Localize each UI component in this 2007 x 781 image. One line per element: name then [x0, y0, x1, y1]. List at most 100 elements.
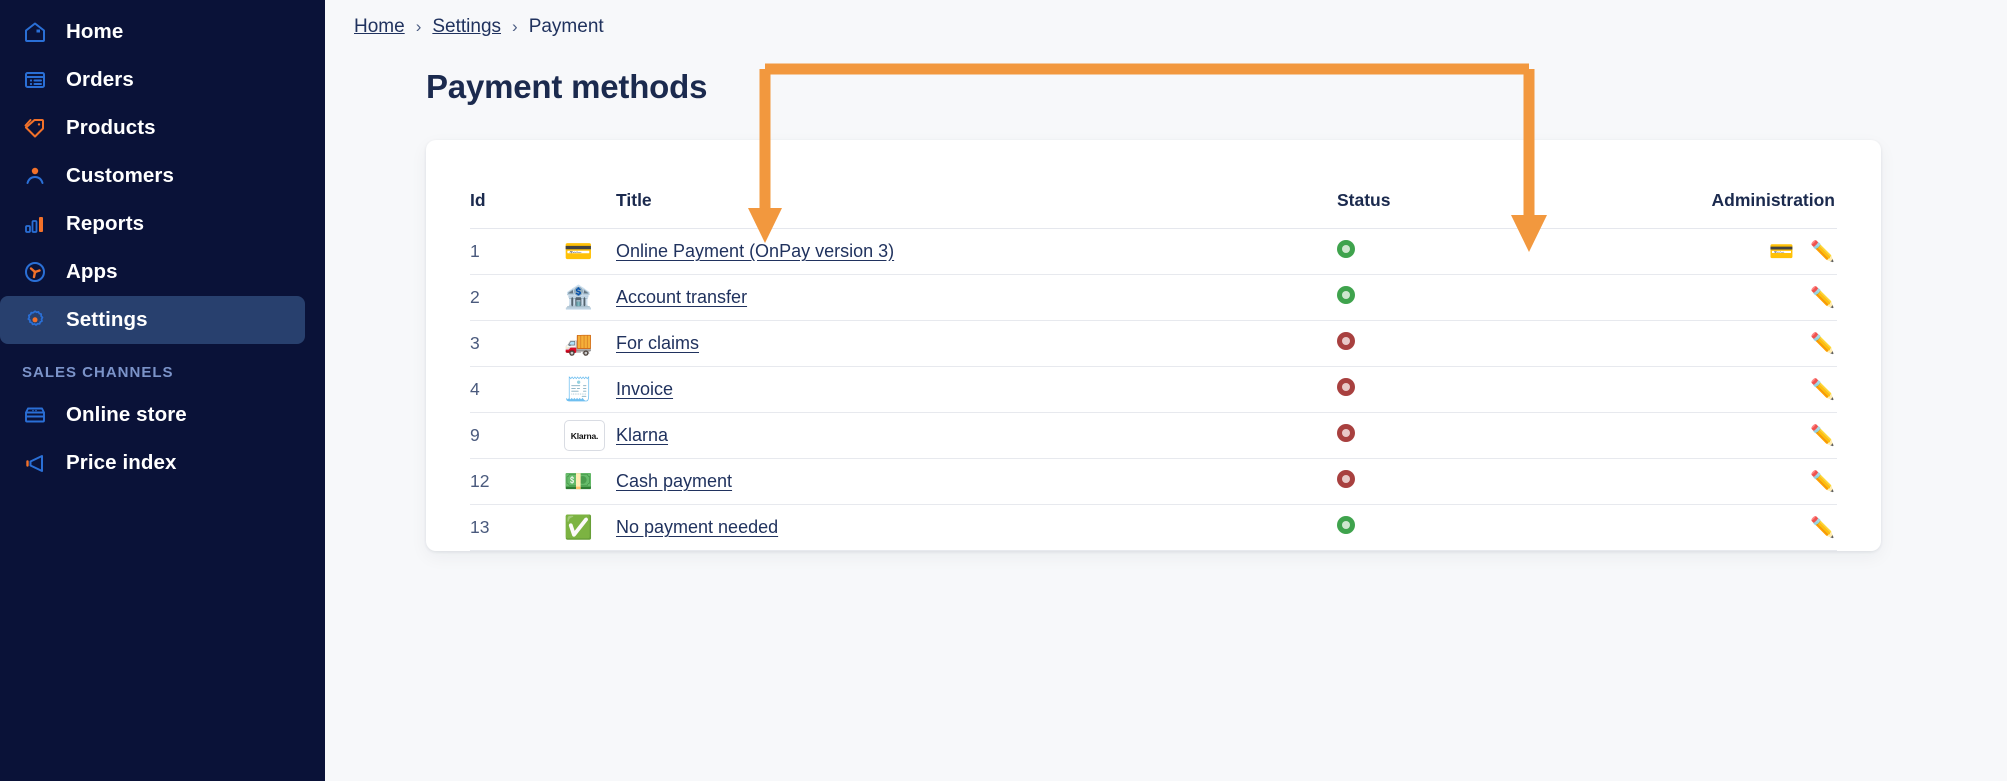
- edit-pencil-icon[interactable]: ✏️: [1810, 285, 1835, 310]
- green-check-emoji: ✅: [564, 513, 593, 540]
- table-header: Id Title Status Administration: [470, 140, 1837, 229]
- person-icon: [22, 163, 48, 189]
- orders-icon: [22, 67, 48, 93]
- edit-pencil-icon[interactable]: ✏️: [1810, 331, 1835, 356]
- sidebar-item-label: Products: [66, 116, 156, 139]
- cell-title: Invoice: [616, 366, 1337, 413]
- banknote-emoji: 💵: [564, 467, 593, 494]
- sidebar-item-label: Orders: [66, 68, 134, 91]
- sidebar-item-label: Customers: [66, 164, 174, 187]
- payment-method-link[interactable]: Online Payment (OnPay version 3): [616, 241, 894, 261]
- column-header-icon: [564, 140, 616, 229]
- cell-icon: 💳: [564, 228, 616, 275]
- breadcrumb-separator-icon: ›: [512, 17, 518, 36]
- sidebar-item-label: Settings: [66, 308, 148, 331]
- cell-status: [1337, 366, 1607, 413]
- status-inactive-icon: [1337, 470, 1355, 488]
- edit-pencil-icon[interactable]: ✏️: [1810, 377, 1835, 402]
- truck-emoji: 🚚: [564, 329, 593, 356]
- column-header-status: Status: [1337, 140, 1607, 229]
- payment-method-link[interactable]: Klarna: [616, 425, 668, 445]
- cell-id: 4: [470, 366, 564, 413]
- app-root: Home Orders Products Customers Reports A…: [0, 0, 2007, 781]
- cell-administration: 💳 ✏️: [1607, 228, 1837, 275]
- sidebar-item-label: Apps: [66, 260, 118, 283]
- payment-methods-table: Id Title Status Administration 1 💳 Online …: [470, 140, 1837, 551]
- card-settings-icon[interactable]: 💳: [1769, 239, 1794, 264]
- cell-title: For claims: [616, 320, 1337, 367]
- cell-status: [1337, 228, 1607, 275]
- table-row: 13 ✅ No payment needed ✏️: [470, 504, 1837, 551]
- page-title: Payment methods: [426, 68, 708, 105]
- cell-title: Online Payment (OnPay version 3): [616, 228, 1337, 275]
- status-active-icon: [1337, 286, 1355, 304]
- sidebar-item-products[interactable]: Products: [0, 104, 305, 152]
- edit-pencil-icon[interactable]: ✏️: [1810, 239, 1835, 264]
- breadcrumb-settings[interactable]: Settings: [432, 16, 501, 38]
- sidebar-section-sales-channels: SALES CHANNELS: [22, 364, 174, 381]
- status-active-icon: [1337, 516, 1355, 534]
- main-content: Home › Settings › Payment Payment method…: [325, 0, 2007, 781]
- sidebar-item-label: Price index: [66, 451, 177, 474]
- tag-icon: [22, 115, 48, 141]
- sidebar-item-label: Reports: [66, 212, 145, 235]
- sidebar-item-online-store[interactable]: Online store: [0, 391, 305, 439]
- payment-method-link[interactable]: Invoice: [616, 379, 673, 399]
- cell-id: 9: [470, 412, 564, 459]
- bar-chart-icon: [22, 211, 48, 237]
- cell-title: Cash payment: [616, 458, 1337, 505]
- payment-method-link[interactable]: Cash payment: [616, 471, 732, 491]
- cell-administration: ✏️: [1607, 458, 1837, 505]
- sidebar-item-customers[interactable]: Customers: [0, 152, 305, 200]
- sidebar-item-price-index[interactable]: Price index: [0, 439, 305, 487]
- credit-card-emoji: 💳: [564, 237, 593, 264]
- cell-title: Klarna: [616, 412, 1337, 459]
- cell-status: [1337, 458, 1607, 505]
- cell-icon: Klarna.: [564, 412, 616, 459]
- column-header-title: Title: [616, 140, 1337, 229]
- cell-administration: ✏️: [1607, 366, 1837, 413]
- cell-id: 12: [470, 458, 564, 505]
- klarna-logo: Klarna.: [564, 420, 605, 451]
- cell-status: [1337, 320, 1607, 367]
- sidebar-item-orders[interactable]: Orders: [0, 56, 305, 104]
- cell-icon: ✅: [564, 504, 616, 551]
- megaphone-icon: [22, 450, 48, 476]
- breadcrumb: Home › Settings › Payment: [325, 0, 2007, 38]
- edit-pencil-icon[interactable]: ✏️: [1810, 423, 1835, 448]
- cell-administration: ✏️: [1607, 504, 1837, 551]
- sidebar-item-reports[interactable]: Reports: [0, 200, 305, 248]
- sidebar-item-settings[interactable]: Settings: [0, 296, 305, 344]
- breadcrumb-separator-icon: ›: [415, 17, 422, 36]
- sidebar-item-apps[interactable]: Apps: [0, 248, 305, 296]
- cell-administration: ✏️: [1607, 412, 1837, 459]
- status-inactive-icon: [1337, 424, 1355, 442]
- cell-administration: ✏️: [1607, 274, 1837, 321]
- cell-icon: 🚚: [564, 320, 616, 367]
- status-inactive-icon: [1337, 332, 1355, 350]
- gear-icon: [22, 307, 48, 333]
- sidebar: Home Orders Products Customers Reports A…: [0, 0, 325, 781]
- storefront-icon: [22, 402, 48, 428]
- breadcrumb-home[interactable]: Home: [354, 16, 405, 38]
- status-inactive-icon: [1337, 378, 1355, 396]
- edit-pencil-icon[interactable]: ✏️: [1810, 469, 1835, 494]
- table-header-row: Id Title Status Administration: [470, 140, 1837, 229]
- cell-id: 3: [470, 320, 564, 367]
- table-row: 1 💳 Online Payment (OnPay version 3) 💳 ✏️: [470, 228, 1837, 275]
- edit-pencil-icon[interactable]: ✏️: [1810, 515, 1835, 540]
- cell-status: [1337, 412, 1607, 459]
- payment-method-link[interactable]: No payment needed: [616, 517, 778, 537]
- cell-status: [1337, 504, 1607, 551]
- table-row: 2 🏦 Account transfer ✏️: [470, 274, 1837, 321]
- cell-administration: ✏️: [1607, 320, 1837, 367]
- table-row: 9 Klarna. Klarna ✏️: [470, 412, 1837, 459]
- cell-id: 2: [470, 274, 564, 321]
- column-header-administration: Administration: [1607, 140, 1837, 229]
- sidebar-item-home[interactable]: Home: [0, 8, 305, 56]
- payment-method-link[interactable]: Account transfer: [616, 287, 747, 307]
- apps-icon: [22, 259, 48, 285]
- cell-icon: 🧾: [564, 366, 616, 413]
- payment-method-link[interactable]: For claims: [616, 333, 699, 353]
- sidebar-item-label: Online store: [66, 403, 187, 426]
